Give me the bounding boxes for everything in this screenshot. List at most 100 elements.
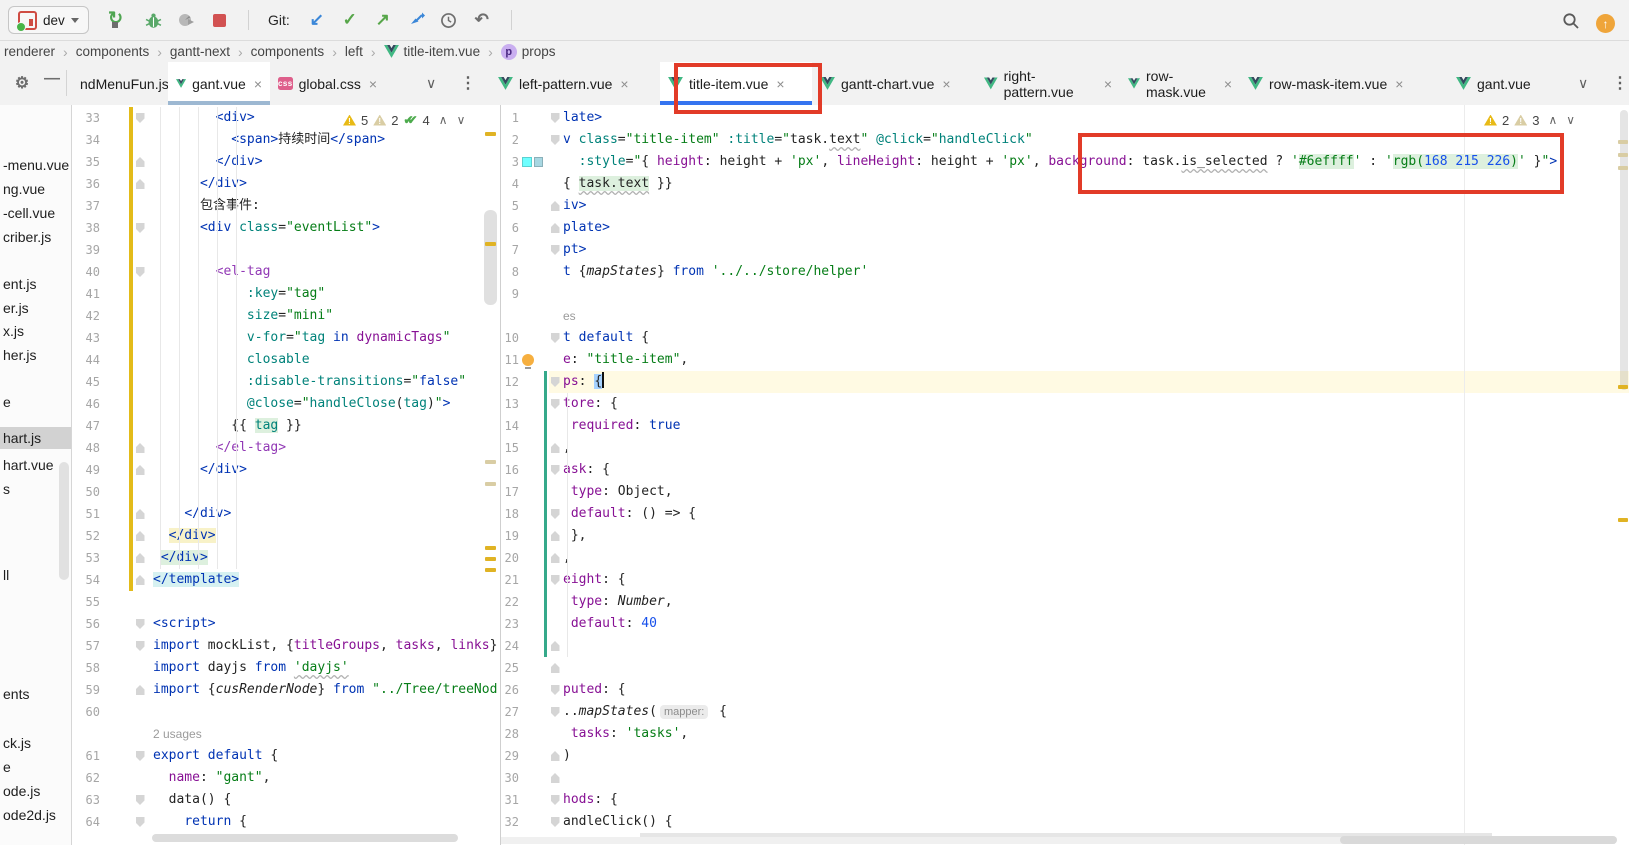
sidebar-item-hart.js[interactable]: hart.js: [3, 427, 41, 449]
fold-marker[interactable]: [549, 635, 561, 657]
fold-marker[interactable]: [133, 459, 147, 481]
sidebar-item--menu.vue[interactable]: -menu.vue: [3, 154, 69, 176]
tab-gantt-chart.vue[interactable]: gantt-chart.vue×: [812, 62, 976, 105]
sidebar-item-ents[interactable]: ents: [3, 683, 29, 705]
close-icon[interactable]: ×: [942, 76, 950, 92]
fold-marker[interactable]: [549, 745, 561, 767]
fold-marker[interactable]: [549, 217, 561, 239]
left-editor[interactable]: 33 <div>34 <span>持续时间</span>35 </div>36 …: [72, 105, 500, 845]
next-problem-icon[interactable]: ∨: [457, 113, 466, 127]
git-commit-button[interactable]: ✓: [338, 8, 362, 32]
fold-marker[interactable]: [549, 371, 561, 393]
sidebar-item-ent.js[interactable]: ent.js: [3, 273, 36, 295]
fold-marker[interactable]: [549, 437, 561, 459]
fold-marker[interactable]: [549, 195, 561, 217]
sidebar-scrollbar-thumb[interactable]: [59, 462, 69, 580]
fold-marker[interactable]: [133, 789, 147, 811]
breadcrumb-item-components[interactable]: components: [76, 44, 150, 59]
fold-marker[interactable]: [549, 789, 561, 811]
more-options-icon[interactable]: ⋮: [460, 73, 476, 93]
fold-marker[interactable]: [549, 239, 561, 261]
sidebar-item-ck.js[interactable]: ck.js: [3, 732, 31, 754]
run-configuration-selector[interactable]: dev: [8, 6, 89, 34]
stop-button[interactable]: [207, 8, 231, 32]
search-everywhere-button[interactable]: [1562, 12, 1580, 35]
sidebar-item-s[interactable]: s: [3, 478, 10, 500]
chevron-down-icon[interactable]: ∨: [1578, 75, 1588, 92]
fold-marker[interactable]: [133, 107, 147, 129]
h-scrollbar-thumb-left[interactable]: [152, 834, 458, 842]
usages-hint[interactable]: 2 usages: [153, 727, 202, 741]
sidebar-item-x.js[interactable]: x.js: [3, 320, 24, 342]
fold-marker[interactable]: [133, 151, 147, 173]
close-icon[interactable]: ×: [620, 76, 628, 92]
sidebar-item-hart.vue[interactable]: hart.vue: [3, 454, 54, 476]
sidebar-item-ng.vue[interactable]: ng.vue: [3, 178, 45, 200]
next-problem-icon[interactable]: ∨: [1566, 113, 1575, 127]
breadcrumb-item-gantt-next[interactable]: gantt-next: [170, 44, 230, 59]
right-scrollbar-thumb[interactable]: [1620, 110, 1628, 390]
left-scrollbar-thumb[interactable]: [484, 210, 497, 305]
sidebar-item-er.js[interactable]: er.js: [3, 297, 29, 319]
sidebar-item-criber.js[interactable]: criber.js: [3, 226, 51, 248]
fold-marker[interactable]: [549, 701, 561, 723]
history-button[interactable]: [437, 8, 461, 32]
tab-row-mask-item.vue[interactable]: row-mask-item.vue×: [1240, 62, 1448, 105]
tab-row-mask.vue[interactable]: row-mask.vue×: [1120, 62, 1240, 105]
fold-marker[interactable]: [133, 503, 147, 525]
sidebar-item-e[interactable]: e: [3, 391, 11, 413]
fold-marker[interactable]: [549, 657, 561, 679]
fold-marker[interactable]: [549, 547, 561, 569]
git-merge-button[interactable]: [404, 8, 428, 32]
tab-global.css[interactable]: cssglobal.css×: [270, 62, 384, 105]
rerun-button[interactable]: ↻: [108, 8, 132, 32]
fold-marker[interactable]: [133, 217, 147, 239]
right-inspections-widget[interactable]: !2 !3 ∧ ∨: [1478, 110, 1581, 130]
fold-marker[interactable]: [549, 327, 561, 349]
tab-left-pattern.vue[interactable]: left-pattern.vue×: [490, 62, 660, 105]
fold-marker[interactable]: [133, 745, 147, 767]
breadcrumb-item-left[interactable]: left: [345, 44, 363, 59]
fold-marker[interactable]: [549, 767, 561, 789]
fold-marker[interactable]: [549, 569, 561, 591]
chevron-down-icon[interactable]: ∨: [426, 75, 436, 92]
sidebar-item-her.js[interactable]: her.js: [3, 344, 36, 366]
fold-marker[interactable]: [549, 393, 561, 415]
fold-marker[interactable]: [133, 811, 147, 833]
fold-marker[interactable]: [133, 525, 147, 547]
h-scrollbar-thumb[interactable]: [1340, 836, 1617, 844]
close-icon[interactable]: ×: [1395, 76, 1403, 92]
tab-gant.vue[interactable]: gant.vue×: [168, 62, 270, 105]
sidebar-item-ode2d.js[interactable]: ode2d.js: [3, 804, 56, 826]
breadcrumb-item-props[interactable]: pprops: [501, 44, 556, 60]
intention-bulb-icon[interactable]: [522, 354, 534, 366]
close-icon[interactable]: ×: [1224, 76, 1232, 92]
usages-hint[interactable]: es: [563, 309, 576, 323]
more-options-icon[interactable]: ⋮: [1612, 73, 1628, 93]
prev-problem-icon[interactable]: ∧: [1548, 113, 1557, 127]
fold-marker[interactable]: [133, 569, 147, 591]
fold-marker[interactable]: [549, 679, 561, 701]
sidebar-item-ll[interactable]: ll: [3, 564, 9, 586]
git-update-button[interactable]: ↙: [305, 8, 329, 32]
sidebar-item--cell.vue[interactable]: -cell.vue: [3, 202, 55, 224]
gear-icon[interactable]: ⚙: [10, 71, 34, 95]
git-push-button[interactable]: ↗: [371, 8, 395, 32]
fold-marker[interactable]: [133, 261, 147, 283]
fold-marker[interactable]: [549, 107, 561, 129]
tab-right-pattern.vue[interactable]: right-pattern.vue×: [976, 62, 1120, 105]
fold-marker[interactable]: [133, 547, 147, 569]
fold-marker[interactable]: [549, 503, 561, 525]
fold-marker[interactable]: [133, 635, 147, 657]
right-editor[interactable]: 1late>2v class="title-item" :title="task…: [501, 105, 1629, 845]
fold-marker[interactable]: [133, 679, 147, 701]
fold-marker[interactable]: [133, 437, 147, 459]
fold-marker[interactable]: [133, 613, 147, 635]
breadcrumb-item-components[interactable]: components: [251, 44, 325, 59]
breadcrumb-item-title-item.vue[interactable]: title-item.vue: [384, 44, 481, 59]
fold-marker[interactable]: [549, 459, 561, 481]
close-icon[interactable]: ×: [369, 76, 377, 92]
update-available-button[interactable]: ↑: [1596, 14, 1615, 33]
fold-marker[interactable]: [133, 173, 147, 195]
color-swatch[interactable]: [522, 157, 532, 167]
